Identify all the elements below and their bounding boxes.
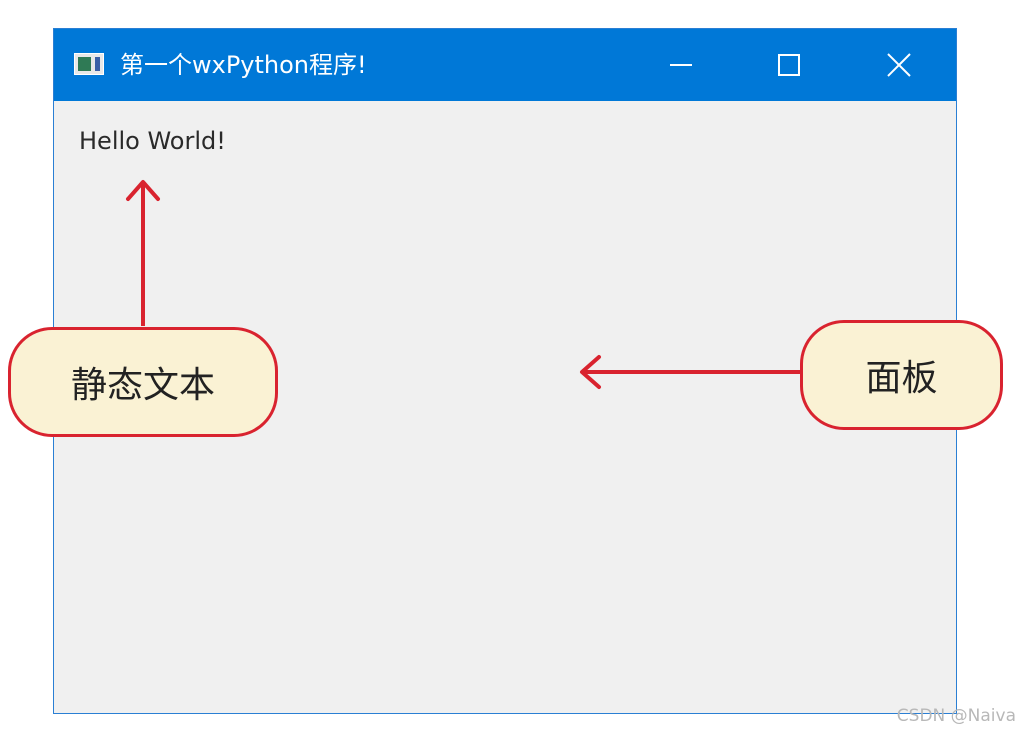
static-text-callout: 静态文本 <box>8 327 278 437</box>
screenshot-stage: 第一个wxPython程序! Hello World! 静态文本 面板 CSDN… <box>0 0 1030 734</box>
panel-callout: 面板 <box>800 320 1003 430</box>
watermark: CSDN @Naiva <box>896 706 1016 726</box>
